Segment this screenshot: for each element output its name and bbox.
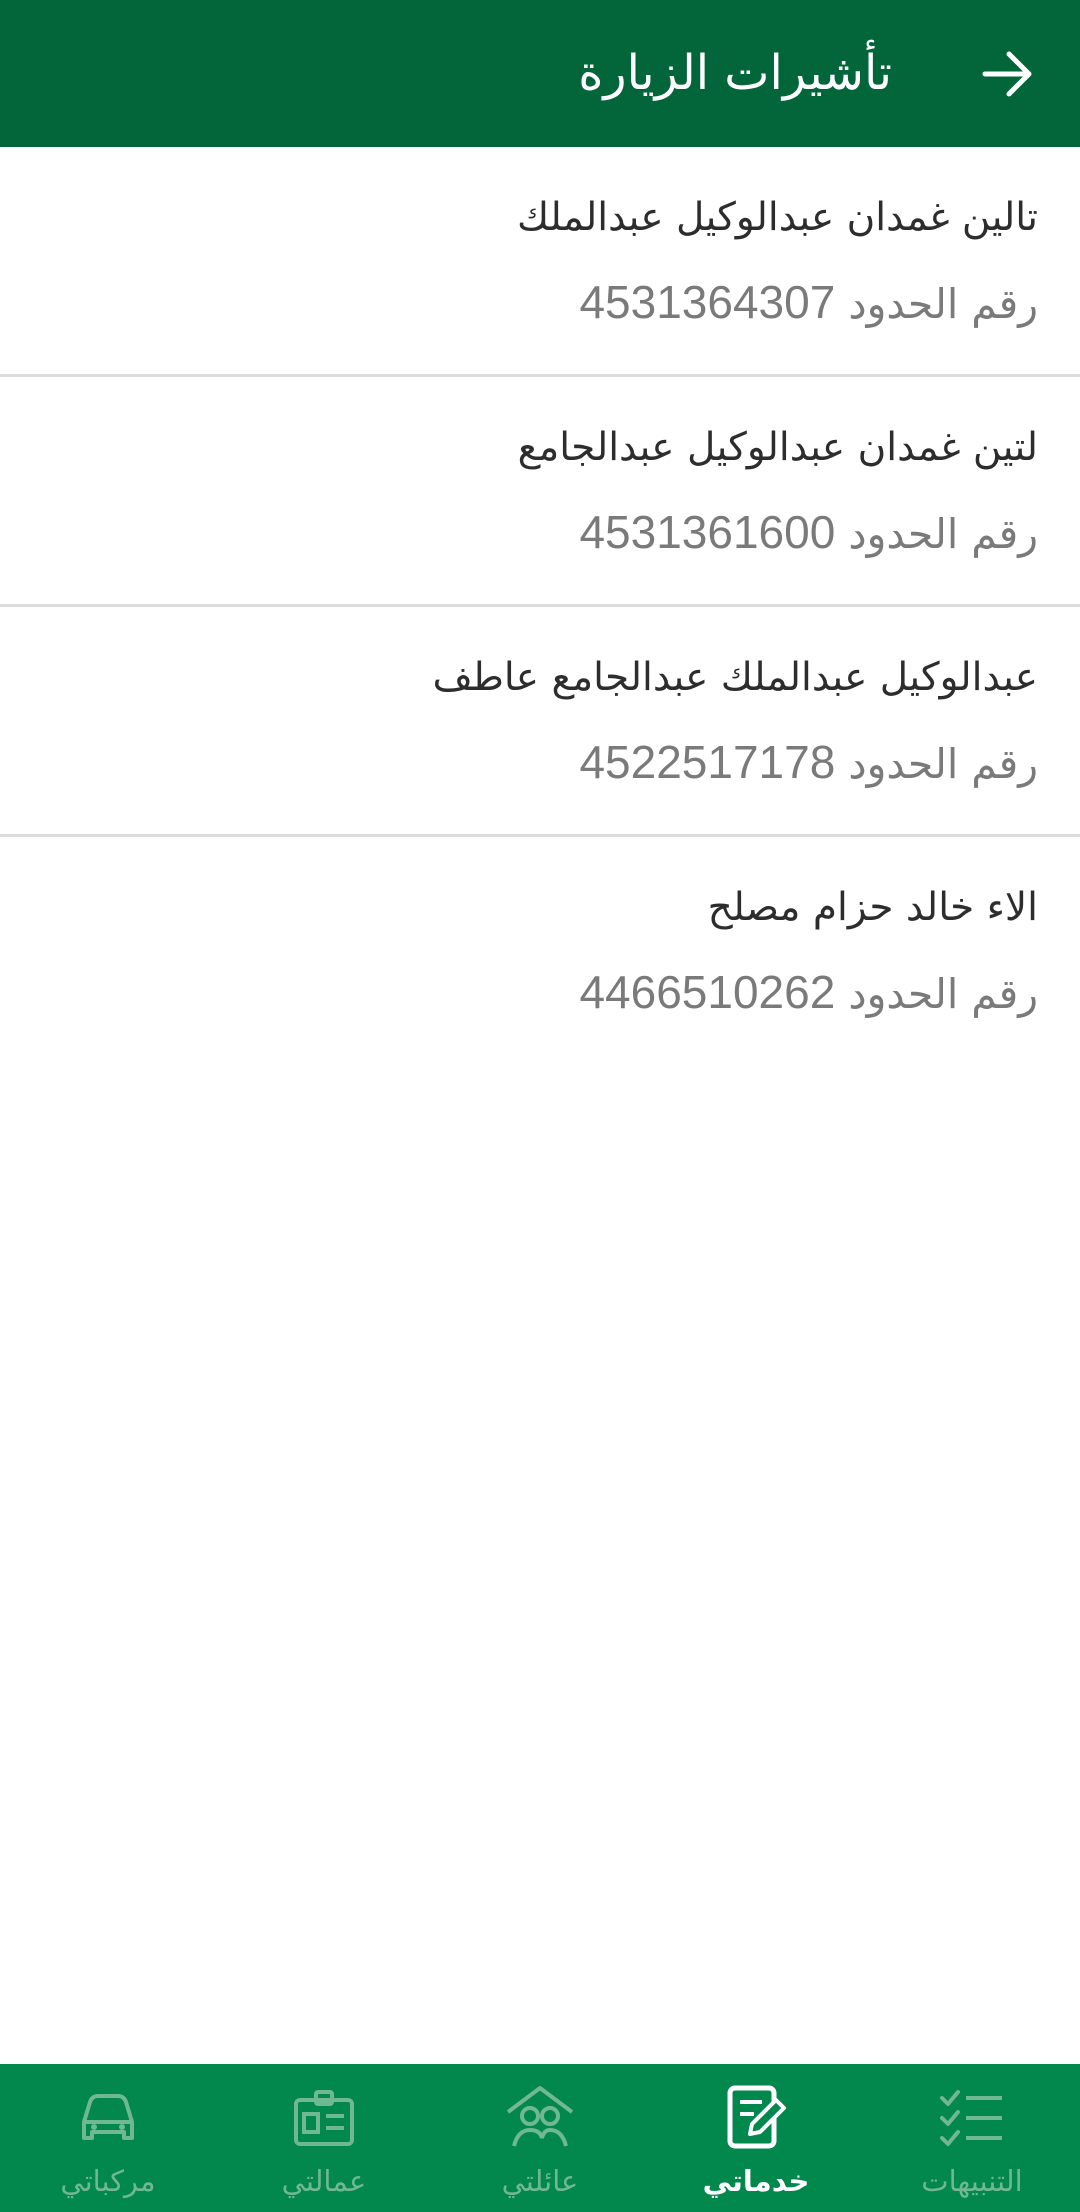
border-number: 4466510262: [579, 966, 836, 1018]
app-bar: تأشيرات الزيارة: [0, 0, 1080, 147]
visa-holder-name: عبدالوكيل عبدالملك عبدالجامع عاطف: [432, 655, 1039, 700]
nav-item-services[interactable]: خدماتي: [648, 2064, 864, 2212]
border-number-label: رقم الحدود: [848, 510, 1038, 558]
nav-item-workers[interactable]: عمالتي: [216, 2064, 432, 2212]
list-item[interactable]: لتين غمدان عبدالوكيل عبدالجامع رقم الحدو…: [0, 377, 1080, 607]
nav-label: عمالتي: [281, 2164, 367, 2198]
nav-label: خدماتي: [702, 2164, 810, 2198]
nav-item-alerts[interactable]: التنبيهات: [864, 2064, 1080, 2212]
id-card-icon: [294, 2090, 354, 2146]
nav-label: عائلتي: [501, 2164, 579, 2198]
border-number-line: رقم الحدود 4531364307: [579, 275, 1038, 329]
border-number: 4531361600: [579, 506, 836, 558]
border-number-line: رقم الحدود 4531361600: [579, 505, 1038, 559]
nav-item-family[interactable]: عائلتي: [432, 2064, 648, 2212]
border-number: 4531364307: [579, 276, 836, 328]
bottom-navigation: مركباتي عمالتي عائلتي خدماتي التنبيهات: [0, 2064, 1080, 2212]
family-icon: [506, 2086, 574, 2147]
list-item[interactable]: تالين غمدان عبدالوكيل عبدالملك رقم الحدو…: [0, 147, 1080, 377]
list-item[interactable]: الاء خالد حزام مصلح رقم الحدود 446651026…: [0, 837, 1080, 1067]
car-icon: [82, 2094, 134, 2140]
checklist-icon: [940, 2090, 1002, 2146]
page-title: تأشيرات الزيارة: [578, 45, 892, 101]
nav-label: مركباتي: [60, 2164, 156, 2198]
list-item[interactable]: عبدالوكيل عبدالملك عبدالجامع عاطف رقم ال…: [0, 607, 1080, 837]
border-number-line: رقم الحدود 4466510262: [579, 965, 1038, 1019]
visa-holder-name: الاء خالد حزام مصلح: [707, 885, 1038, 930]
border-number-line: رقم الحدود 4522517178: [579, 735, 1038, 789]
border-number: 4522517178: [579, 736, 836, 788]
edit-document-icon: [727, 2085, 786, 2149]
nav-item-vehicles[interactable]: مركباتي: [0, 2064, 216, 2212]
border-number-label: رقم الحدود: [848, 740, 1038, 788]
border-number-label: رقم الحدود: [848, 970, 1038, 1018]
visa-list: تالين غمدان عبدالوكيل عبدالملك رقم الحدو…: [0, 147, 1080, 1067]
arrow-back-icon[interactable]: [977, 44, 1037, 104]
nav-label: التنبيهات: [921, 2164, 1023, 2198]
border-number-label: رقم الحدود: [848, 280, 1038, 328]
visa-holder-name: لتين غمدان عبدالوكيل عبدالجامع: [517, 425, 1038, 470]
visa-holder-name: تالين غمدان عبدالوكيل عبدالملك: [517, 195, 1038, 240]
